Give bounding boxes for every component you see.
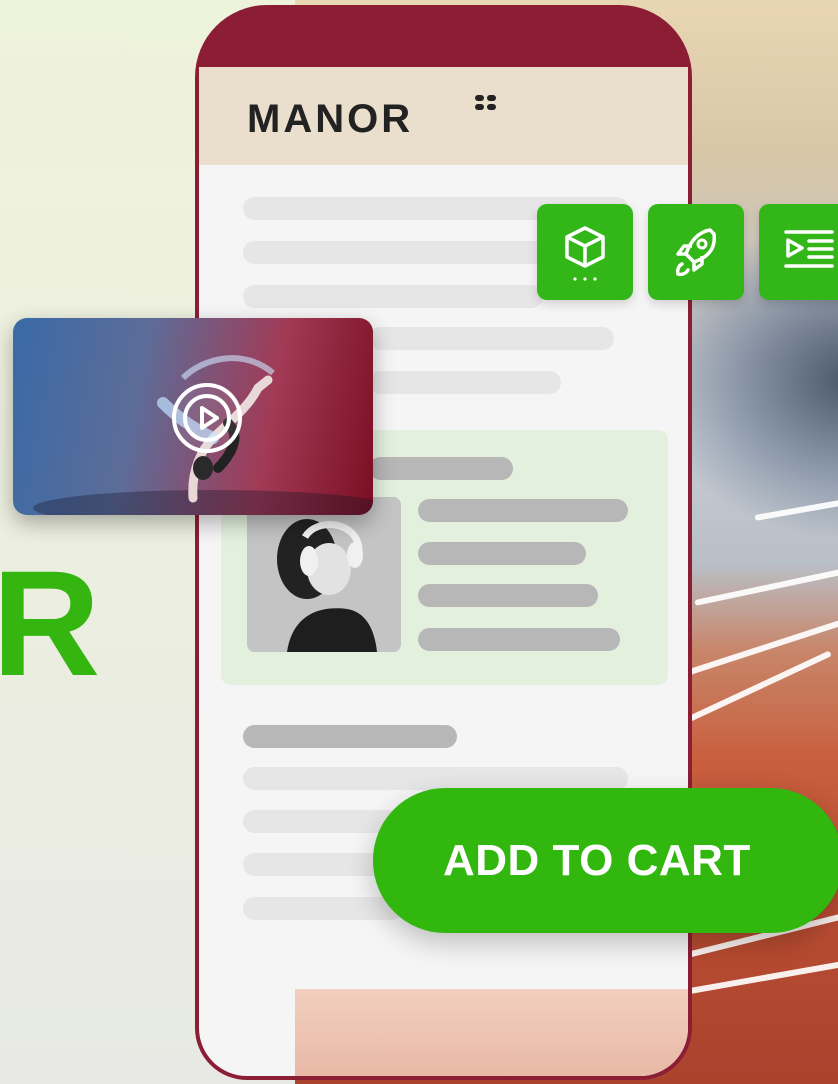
- card-text-placeholder: [418, 499, 628, 522]
- product-image[interactable]: [247, 497, 401, 652]
- rocket-icon: [675, 228, 716, 277]
- box-3d-tile[interactable]: [537, 204, 633, 300]
- video-list-tile[interactable]: [759, 204, 838, 300]
- headline-partial-letter: R: [0, 539, 101, 707]
- card-text-placeholder: [418, 628, 620, 651]
- card-text-placeholder: [418, 542, 586, 565]
- phone-bottom-image: [295, 989, 688, 1076]
- section-title-placeholder: [243, 725, 457, 748]
- rocket-tile[interactable]: [648, 204, 744, 300]
- text-placeholder: [243, 897, 403, 920]
- headphones-portrait-image: [247, 497, 401, 652]
- box-3d-icon: [565, 226, 605, 281]
- text-placeholder: [243, 285, 543, 308]
- text-placeholder: [369, 371, 561, 394]
- brand-logo[interactable]: MANOR: [247, 99, 413, 139]
- card-text-placeholder: [418, 584, 598, 607]
- play-circle-icon[interactable]: [170, 381, 244, 455]
- video-list-icon: [784, 230, 834, 268]
- text-placeholder: [243, 767, 628, 790]
- text-placeholder: [369, 327, 614, 350]
- card-title-placeholder: [369, 457, 513, 480]
- video-thumbnail[interactable]: [13, 318, 373, 515]
- site-header: MANOR: [199, 67, 688, 165]
- brand-logo-mark: [475, 95, 496, 110]
- add-to-cart-button[interactable]: ADD TO CART: [373, 788, 838, 933]
